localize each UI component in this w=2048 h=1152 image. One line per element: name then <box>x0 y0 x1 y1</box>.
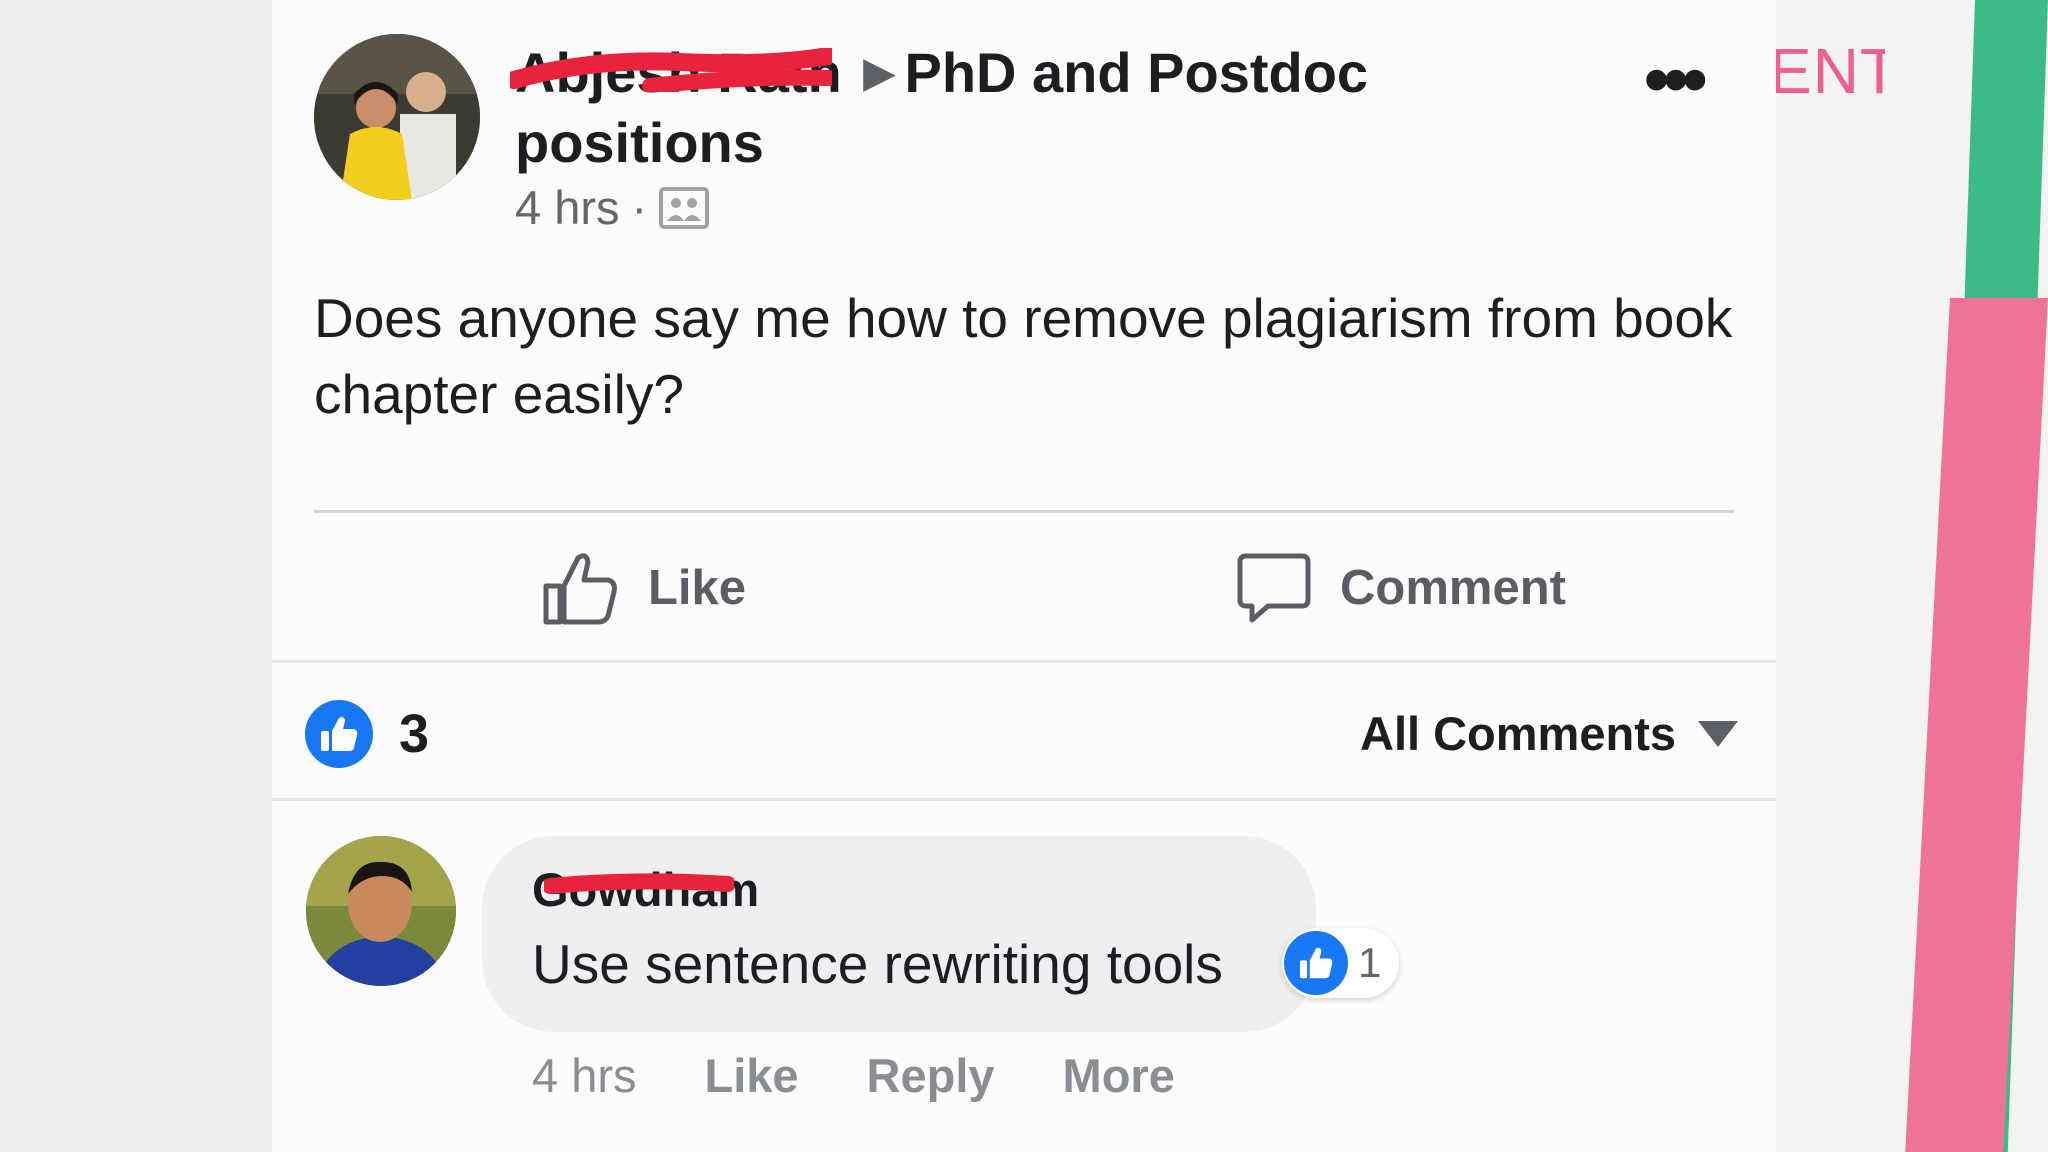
thumbs-up-icon <box>543 553 617 625</box>
redaction-scribble <box>510 48 832 92</box>
post-meta: 4 hrs · <box>515 180 710 235</box>
comment-label: Comment <box>1340 561 1566 615</box>
separator-dot: · <box>631 181 648 234</box>
comment-body: Use sentence rewriting tools <box>532 933 1223 995</box>
comment-like-button[interactable]: Like <box>705 1048 799 1103</box>
like-button[interactable]: Like <box>542 548 746 628</box>
divider <box>314 510 1734 513</box>
comment-bubble-icon <box>1237 553 1311 623</box>
reaction-summary[interactable]: 3 <box>305 700 429 768</box>
divider <box>272 660 1776 663</box>
like-label: Like <box>648 561 747 615</box>
reaction-count: 3 <box>399 704 430 764</box>
comment-button[interactable]: Comment <box>1236 548 1566 628</box>
commenter-avatar[interactable] <box>306 836 456 986</box>
divider <box>272 798 1776 801</box>
comments-filter-dropdown[interactable]: All Comments <box>1360 706 1738 761</box>
post-time[interactable]: 4 hrs <box>515 180 620 235</box>
comment-reaction-badge[interactable]: 1 <box>1282 928 1400 998</box>
group-privacy-icon <box>659 186 710 229</box>
like-reaction-icon <box>305 700 373 768</box>
caret-right-icon: ▶ <box>863 51 895 95</box>
redaction-scribble <box>544 873 734 894</box>
comment-reply-button[interactable]: Reply <box>867 1048 995 1103</box>
comment-reaction-count: 1 <box>1358 939 1382 986</box>
comment-more-button[interactable]: More <box>1063 1048 1175 1103</box>
comment-actions: 4 hrs Like Reply More <box>532 1048 1243 1103</box>
comments-filter-label: All Comments <box>1360 707 1676 760</box>
comment-time[interactable]: 4 hrs <box>532 1048 637 1103</box>
like-reaction-icon <box>1284 931 1348 995</box>
partial-heading-text: ENT <box>1775 35 1885 107</box>
post-author-avatar[interactable] <box>314 34 480 200</box>
dropdown-arrow-icon <box>1698 720 1738 747</box>
post-body: Does anyone say me how to remove plagiar… <box>314 287 1733 425</box>
post-options-icon[interactable]: ••• <box>1644 44 1734 116</box>
